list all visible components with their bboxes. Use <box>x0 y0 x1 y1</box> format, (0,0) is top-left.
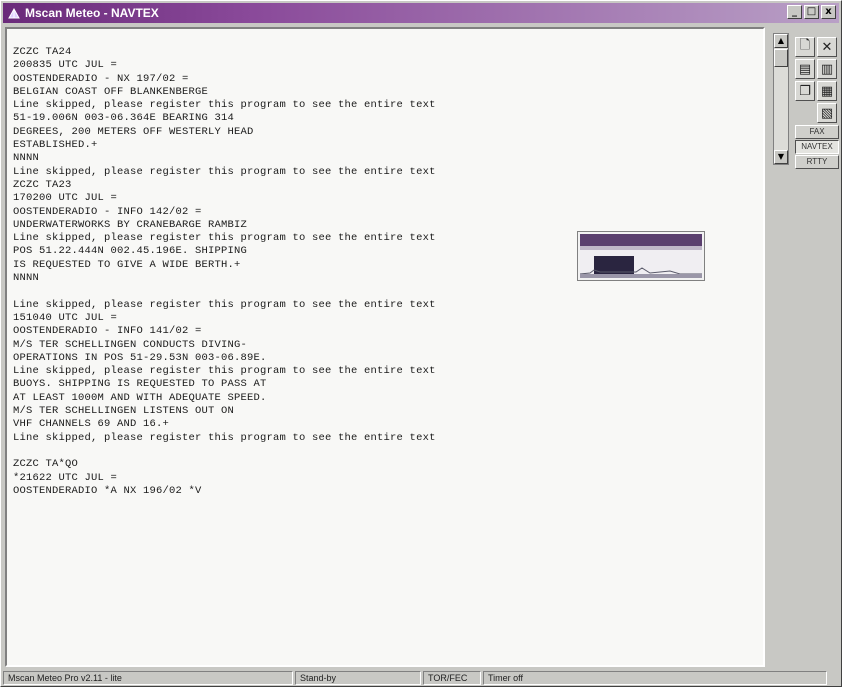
message-line: M/S TER SCHELLINGEN LISTENS OUT ON <box>13 405 235 418</box>
message-line: 200835 UTC JUL = <box>13 59 118 72</box>
window-title: Mscan Meteo - NAVTEX <box>25 6 159 20</box>
message-line: *21622 UTC JUL = <box>13 471 118 484</box>
message-line: POS 51.22.444N 002.45.196E. SHIPPING <box>13 245 248 258</box>
message-line <box>13 445 436 458</box>
message-line: NNNN <box>13 152 40 165</box>
message-line: 51-19.006N 003-06.364E BEARING 314 <box>13 112 235 125</box>
app-window: Mscan Meteo - NAVTEX _ □ x ZCZC TA24 2008… <box>0 0 842 687</box>
status-mode: TOR/FEC <box>423 671 481 685</box>
print-preview-icon[interactable]: ▦ <box>817 81 837 101</box>
message-line: Line skipped, please register this progr… <box>13 165 436 178</box>
vertical-scrollbar[interactable]: ▲ ▼ <box>773 33 789 165</box>
message-line: ZCZC TA24 <box>13 46 72 58</box>
title-bar[interactable]: Mscan Meteo - NAVTEX _ □ x <box>3 3 839 23</box>
message-line: OOSTENDERADIO - INFO 141/02 = <box>13 325 202 338</box>
message-line: ESTABLISHED.+ <box>13 139 98 152</box>
message-line <box>13 285 436 298</box>
scroll-thumb[interactable] <box>774 49 788 67</box>
maximize-button[interactable]: □ <box>804 5 819 19</box>
message-line: OPERATIONS IN POS 51-29.53N 003-06.89E. <box>13 351 267 364</box>
message-line: OOSTENDERADIO - NX 197/02 = <box>13 72 189 85</box>
message-line: AT LEAST 1000M AND WITH ADEQUATE SPEED. <box>13 391 267 404</box>
message-line: ZCZC TA23 <box>13 178 72 191</box>
thumbnail-header <box>580 234 702 246</box>
mode-fax-button[interactable]: FAX <box>795 125 839 139</box>
mode-rtty-button[interactable]: RTTY <box>795 155 839 169</box>
message-lines: ZCZC TA24 200835 UTC JUL = OOSTENDERADIO -… <box>13 46 436 498</box>
save-icon[interactable]: ▤ <box>795 59 815 79</box>
mode-navtex-button[interactable]: NAVTEX <box>795 140 839 154</box>
message-line: BELGIAN COAST OFF BLANKENBERGE <box>13 85 209 98</box>
message-line: Line skipped, please register this progr… <box>13 431 436 444</box>
status-app-version: Mscan Meteo Pro v2.11 - lite <box>3 671 293 685</box>
message-line: NNNN <box>13 272 40 285</box>
message-line: OOSTENDERADIO - INFO 142/02 = <box>13 205 202 218</box>
copy-icon[interactable]: ❐ <box>795 81 815 101</box>
message-line: OOSTENDERADIO *A NX 196/02 *V <box>13 484 202 497</box>
scroll-down-arrow-icon[interactable]: ▼ <box>774 150 788 164</box>
print-icon[interactable]: ▥ <box>817 59 837 79</box>
message-line: 170200 UTC JUL = <box>13 192 118 205</box>
message-line: VHF CHANNELS 69 AND 16.+ <box>13 418 170 431</box>
signal-preview-thumbnail[interactable] <box>577 231 705 281</box>
message-line: M/S TER SCHELLINGEN CONDUCTS DIVING- <box>13 338 248 351</box>
message-line: Line skipped, please register this progr… <box>13 298 436 311</box>
tools-icon[interactable]: ✕ <box>817 37 837 57</box>
message-line: Line skipped, please register this progr… <box>13 99 436 112</box>
status-state: Stand-by <box>295 671 421 685</box>
settings-icon[interactable]: ▧ <box>817 103 837 123</box>
thumbnail-waveform <box>580 250 702 278</box>
scroll-up-arrow-icon[interactable]: ▲ <box>774 34 788 48</box>
status-timer: Timer off <box>483 671 827 685</box>
message-line: UNDERWATERWORKS BY CRANEBARGE RAMBIZ <box>13 218 248 231</box>
app-icon <box>7 6 21 20</box>
message-line: Line skipped, please register this progr… <box>13 232 436 245</box>
minimize-button[interactable]: _ <box>787 5 802 19</box>
status-bar: Mscan Meteo Pro v2.11 - lite Stand-by TO… <box>3 671 839 686</box>
message-line: Line skipped, please register this progr… <box>13 365 436 378</box>
message-line: DEGREES, 200 METERS OFF WESTERLY HEAD <box>13 125 254 138</box>
new-document-icon[interactable]: 🗋 <box>795 37 815 57</box>
message-line: BUOYS. SHIPPING IS REQUESTED TO PASS AT <box>13 378 267 391</box>
message-text-area[interactable]: ZCZC TA24 200835 UTC JUL = OOSTENDERADIO -… <box>5 27 765 667</box>
message-line: ZCZC TA*QO <box>13 458 79 471</box>
close-button[interactable]: x <box>821 5 836 19</box>
message-line: IS REQUESTED TO GIVE A WIDE BERTH.+ <box>13 258 241 271</box>
message-line: 151040 UTC JUL = <box>13 311 118 324</box>
